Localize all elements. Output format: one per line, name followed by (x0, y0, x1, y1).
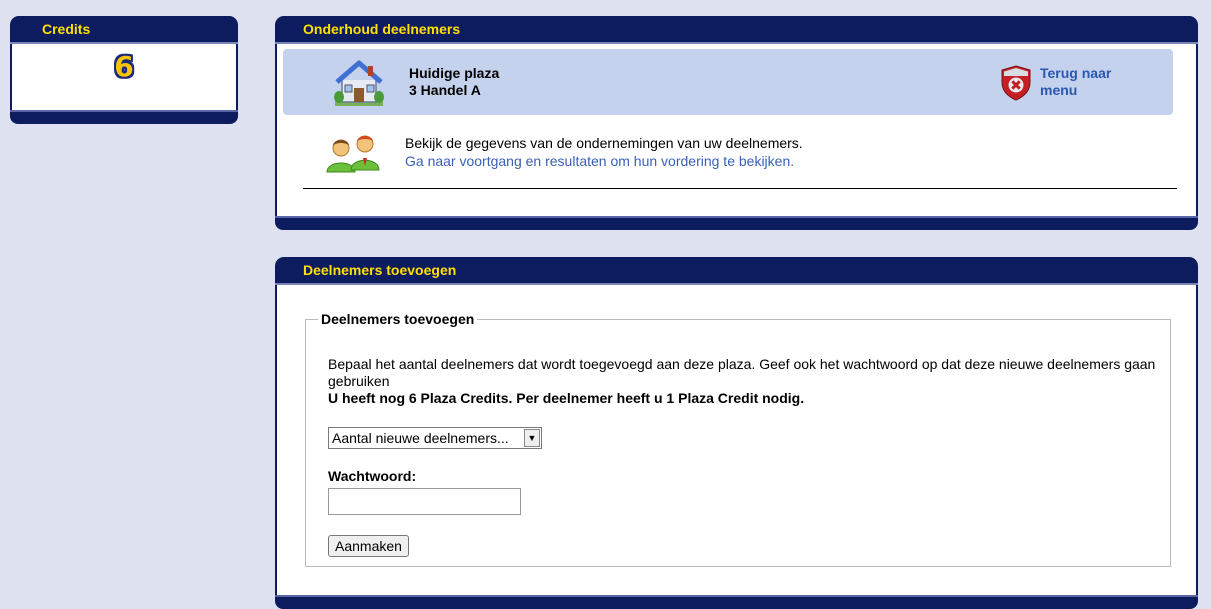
password-input[interactable] (328, 488, 521, 515)
onderhoud-header: Onderhoud deelnemers (275, 16, 1198, 44)
house-icon (333, 57, 385, 110)
fieldset-description: Bepaal het aantal deelnemers dat wordt t… (328, 356, 1156, 389)
plaza-name: 3 Handel A (409, 82, 481, 98)
add-participants-header: Deelnemers toevoegen (275, 257, 1198, 285)
fieldset-description-block: Bepaal het aantal deelnemers dat wordt t… (328, 356, 1158, 407)
credits-body: 6 (10, 44, 238, 110)
password-label: Wachtwoord: (328, 468, 417, 484)
credits-footer (10, 110, 238, 124)
participant-count-select[interactable]: Aantal nieuwe deelnemers... ▼ (328, 427, 542, 449)
credits-note: U heeft nog 6 Plaza Credits. Per deelnem… (328, 390, 805, 406)
back-to-menu-link[interactable]: Terug naar menu (1000, 65, 1130, 105)
fieldset-legend: Deelnemers toevoegen (321, 311, 475, 327)
current-plaza-bar: Huidige plaza 3 Handel A Terug naar menu (283, 49, 1173, 115)
shield-x-icon (1000, 65, 1032, 105)
plaza-label: Huidige plaza (409, 65, 500, 81)
back-to-menu-label: Terug naar menu (1040, 65, 1112, 98)
credits-header: Credits (10, 16, 238, 44)
onderhoud-panel: Onderhoud deelnemers Huidige plaza 3 Han… (275, 16, 1198, 230)
progress-link[interactable]: Ga naar voortgang en resultaten om hun v… (405, 153, 794, 169)
credits-value: 6 (114, 50, 134, 83)
add-participants-footer (275, 595, 1198, 609)
participant-count-value: Aantal nieuwe deelnemers... (332, 430, 509, 446)
chevron-down-icon[interactable]: ▼ (524, 429, 540, 447)
onderhoud-footer (275, 216, 1198, 230)
add-participants-panel: Deelnemers toevoegen Deelnemers toevoege… (275, 257, 1198, 609)
credits-panel: Credits 6 (10, 16, 238, 124)
create-button[interactable]: Aanmaken (328, 535, 409, 557)
info-line: Bekijk de gegevens van de ondernemingen … (405, 135, 803, 151)
add-participants-body: Deelnemers toevoegen Bepaal het aantal d… (275, 285, 1198, 595)
add-participants-fieldset: Deelnemers toevoegen Bepaal het aantal d… (305, 311, 1171, 567)
divider (303, 188, 1177, 189)
current-plaza-text: Huidige plaza 3 Handel A (409, 65, 499, 99)
people-icon (325, 130, 383, 177)
onderhoud-body: Huidige plaza 3 Handel A Terug naar menu (275, 44, 1198, 216)
info-text: Bekijk de gegevens van de ondernemingen … (405, 134, 803, 170)
